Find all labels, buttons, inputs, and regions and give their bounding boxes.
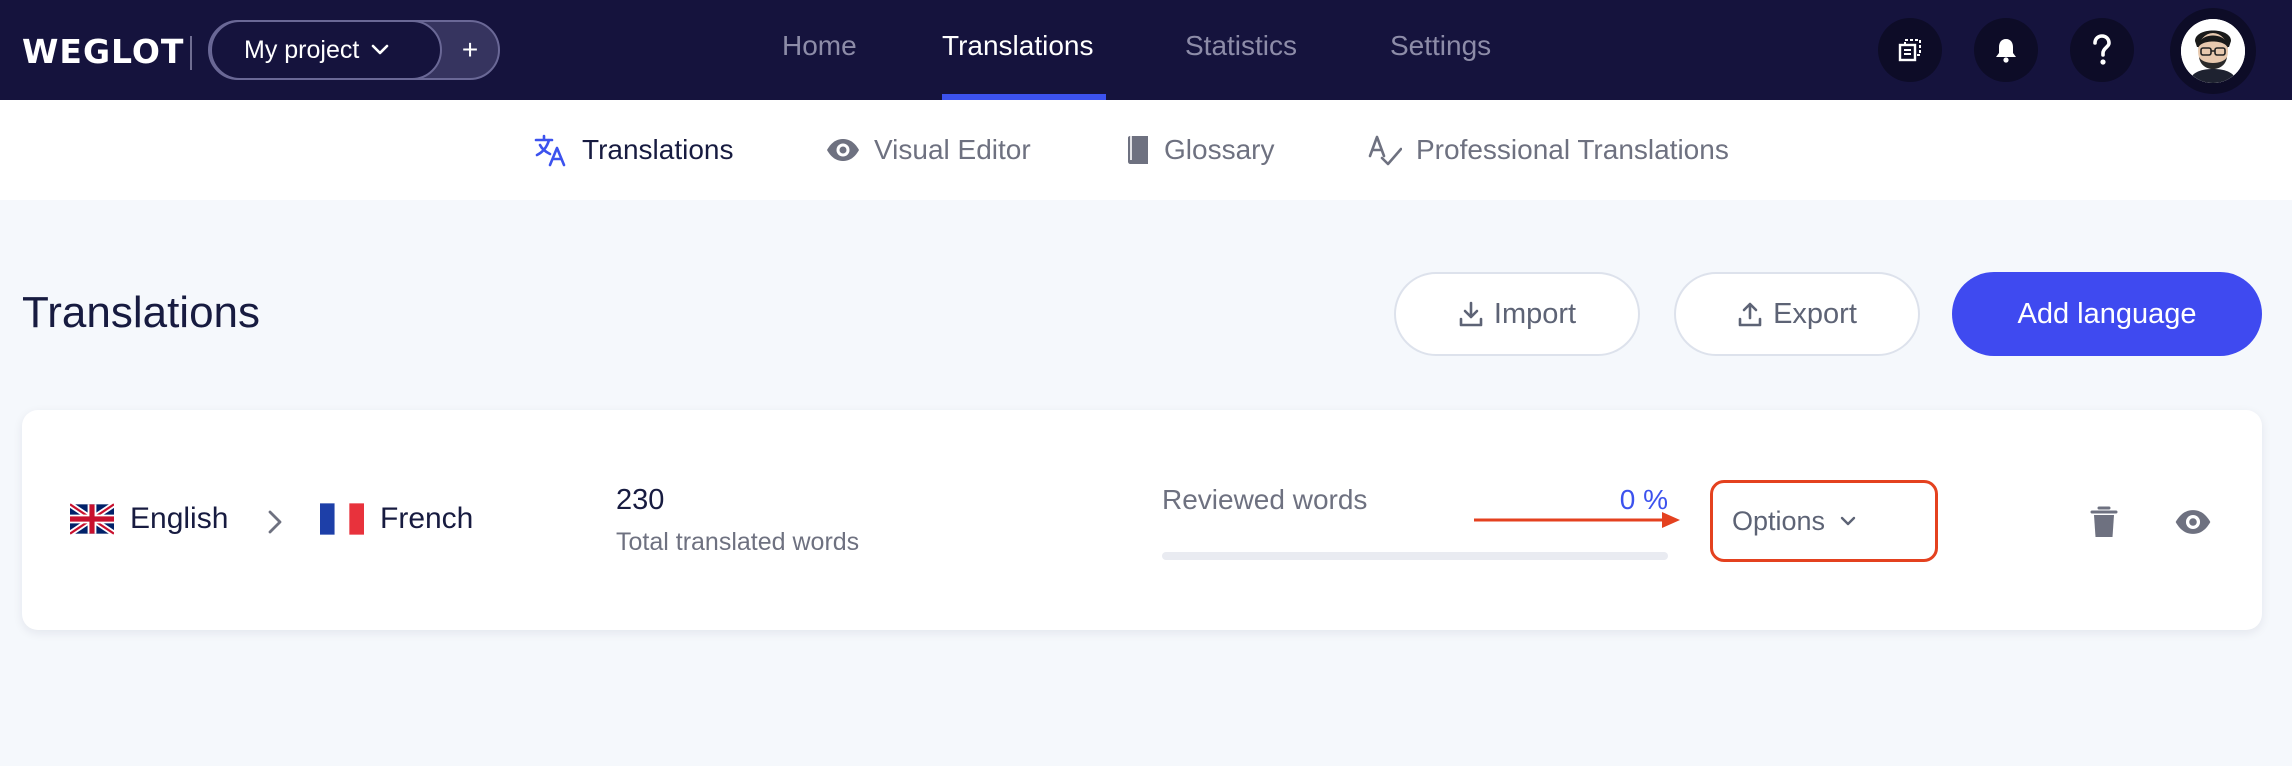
trash-icon [2090, 506, 2118, 537]
uk-flag-icon [70, 503, 114, 535]
chevron-right-icon [262, 506, 288, 538]
subnav-item-glossary[interactable]: Glossary [1126, 132, 1274, 168]
logo-divider [190, 36, 192, 70]
source-language: English [70, 502, 228, 536]
france-flag-icon [320, 503, 364, 535]
page-title: Translations [22, 288, 261, 337]
subnav-label: Glossary [1164, 134, 1275, 165]
reviewed-progress-bar [1162, 552, 1668, 560]
nav-tab-translations[interactable]: Translations [942, 30, 1093, 62]
eye-icon [2175, 510, 2211, 534]
import-button[interactable]: Import [1394, 272, 1640, 356]
help-button[interactable] [2070, 18, 2134, 82]
export-button[interactable]: Export [1674, 272, 1920, 356]
language-pair-card: English French 230 Total translated word… [22, 410, 2262, 630]
project-name: My project [244, 35, 360, 64]
chevron-down-icon [372, 44, 389, 55]
project-selector-button[interactable]: My project [210, 20, 442, 80]
spellcheck-icon [1368, 135, 1402, 166]
download-icon [1459, 301, 1483, 327]
project-switcher: My project + [208, 20, 500, 80]
options-label: Options [1732, 505, 1826, 536]
nav-tab-statistics[interactable]: Statistics [1185, 30, 1297, 62]
chevron-down-icon [1840, 516, 1856, 526]
add-project-button[interactable]: + [450, 28, 490, 72]
reviewed-words-label: Reviewed words [1162, 484, 1368, 515]
copy-icon [1898, 39, 1921, 62]
target-language: French [320, 502, 473, 536]
subnav-item-translations[interactable]: Translations [534, 132, 733, 168]
subnav-item-visual-editor[interactable]: Visual Editor [826, 132, 1031, 168]
delete-language-button[interactable] [2082, 500, 2126, 544]
book-icon [1128, 136, 1148, 164]
preview-language-button[interactable] [2168, 500, 2218, 544]
avatar [2181, 19, 2245, 83]
subnav-label: Translations [582, 134, 734, 165]
sub-navbar: Translations Visual Editor Glossary Prof… [0, 100, 2292, 200]
annotation-arrow [1474, 512, 1680, 528]
upload-icon [1738, 302, 1762, 327]
nav-tab-home[interactable]: Home [782, 30, 857, 62]
subnav-label: Professional Translations [1416, 134, 1729, 165]
translated-words-label: Total translated words [616, 528, 860, 556]
nav-tab-settings[interactable]: Settings [1390, 30, 1491, 62]
export-label: Export [1773, 297, 1857, 330]
source-language-label: English [130, 502, 229, 535]
weglot-logo[interactable]: WEGLOT [22, 32, 184, 71]
copy-icon-button[interactable] [1878, 18, 1942, 82]
user-avatar-button[interactable] [2170, 8, 2256, 94]
options-dropdown-button[interactable]: Options [1732, 496, 1857, 546]
translated-words-count: 230 [616, 484, 665, 516]
eye-icon [827, 139, 859, 161]
top-navbar: WEGLOT My project + Home Translations St… [0, 0, 2292, 100]
import-label: Import [1493, 297, 1577, 330]
avatar-portrait-icon [2181, 19, 2245, 83]
subnav-label: Visual Editor [874, 134, 1031, 165]
target-language-label: French [380, 502, 474, 535]
add-language-button[interactable]: Add language [1952, 272, 2262, 356]
help-icon [2093, 34, 2111, 65]
notifications-button[interactable] [1974, 18, 2038, 82]
translate-icon [534, 134, 566, 167]
bell-icon [1996, 39, 2016, 63]
subnav-item-professional-translations[interactable]: Professional Translations [1368, 132, 1729, 168]
